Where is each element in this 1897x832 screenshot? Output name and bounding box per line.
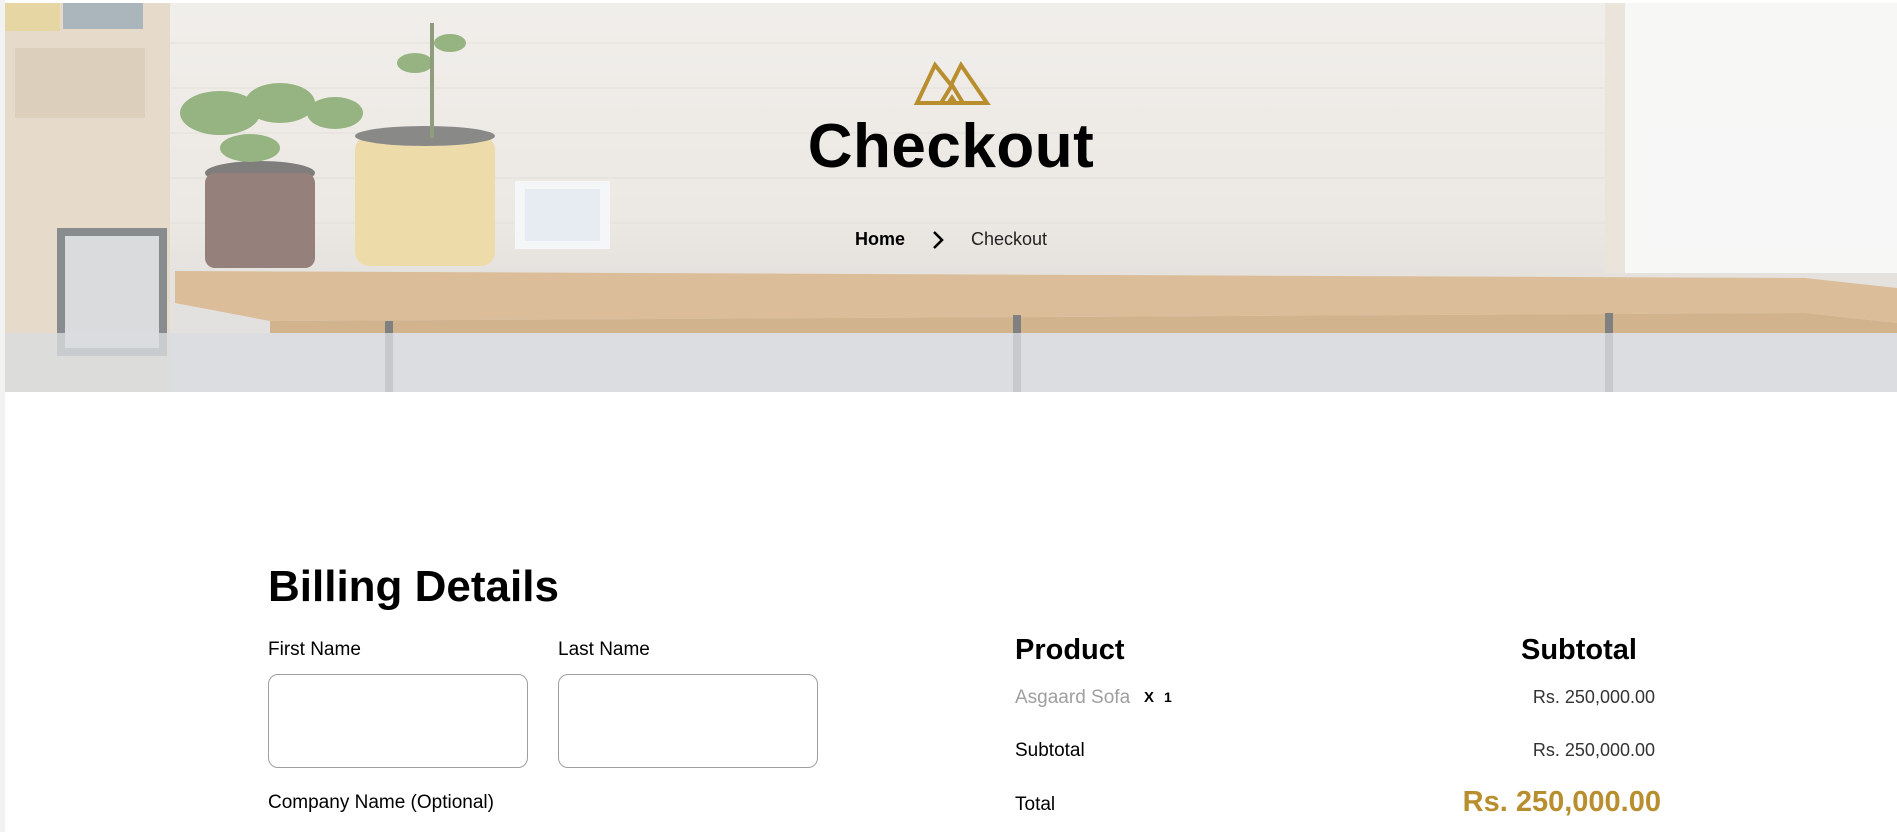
breadcrumb: Home Checkout — [5, 229, 1897, 250]
name-row: First Name Last Name — [268, 639, 828, 768]
first-name-input[interactable] — [268, 674, 528, 768]
summary-header: Product Subtotal — [1015, 634, 1655, 674]
breadcrumb-home-link[interactable]: Home — [855, 229, 905, 250]
item-quantity: 1 — [1164, 689, 1172, 705]
first-name-group: First Name — [268, 639, 528, 768]
hero-banner: Checkout Home Checkout — [5, 3, 1897, 392]
total-value: Rs. 250,000.00 — [1462, 786, 1661, 818]
subtotal-row: Subtotal Rs. 250,000.00 — [1015, 740, 1655, 770]
chevron-right-icon — [933, 230, 944, 249]
item-name: Asgaard Sofa — [1015, 687, 1131, 708]
subtotal-column-header: Subtotal — [1521, 634, 1637, 666]
last-name-input[interactable] — [558, 674, 818, 768]
order-item-row: Asgaard Sofa X 1 Rs. 250,000.00 — [1015, 687, 1655, 717]
company-name-label: Company Name (Optional) — [268, 792, 494, 813]
brand-logo-icon — [913, 61, 991, 105]
first-name-label: First Name — [268, 639, 361, 660]
last-name-label: Last Name — [558, 639, 650, 660]
subtotal-value: Rs. 250,000.00 — [1532, 740, 1655, 760]
last-name-group: Last Name — [558, 639, 818, 768]
total-row: Total Rs. 250,000.00 — [1015, 786, 1661, 828]
billing-title: Billing Details — [268, 562, 559, 611]
item-price: Rs. 250,000.00 — [1532, 687, 1655, 707]
item-times-symbol: X — [1144, 689, 1155, 706]
order-summary: Product Subtotal Asgaard Sofa X 1 Rs. 25… — [1015, 634, 1661, 828]
hero-content: Checkout Home Checkout — [5, 3, 1897, 392]
breadcrumb-current: Checkout — [970, 229, 1048, 249]
product-column-header: Product — [1015, 634, 1125, 666]
page-title: Checkout — [807, 112, 1095, 181]
subtotal-label: Subtotal — [1015, 740, 1085, 761]
total-label: Total — [1015, 794, 1056, 815]
billing-details-form: Billing Details First Name Last Name Com… — [268, 562, 828, 814]
